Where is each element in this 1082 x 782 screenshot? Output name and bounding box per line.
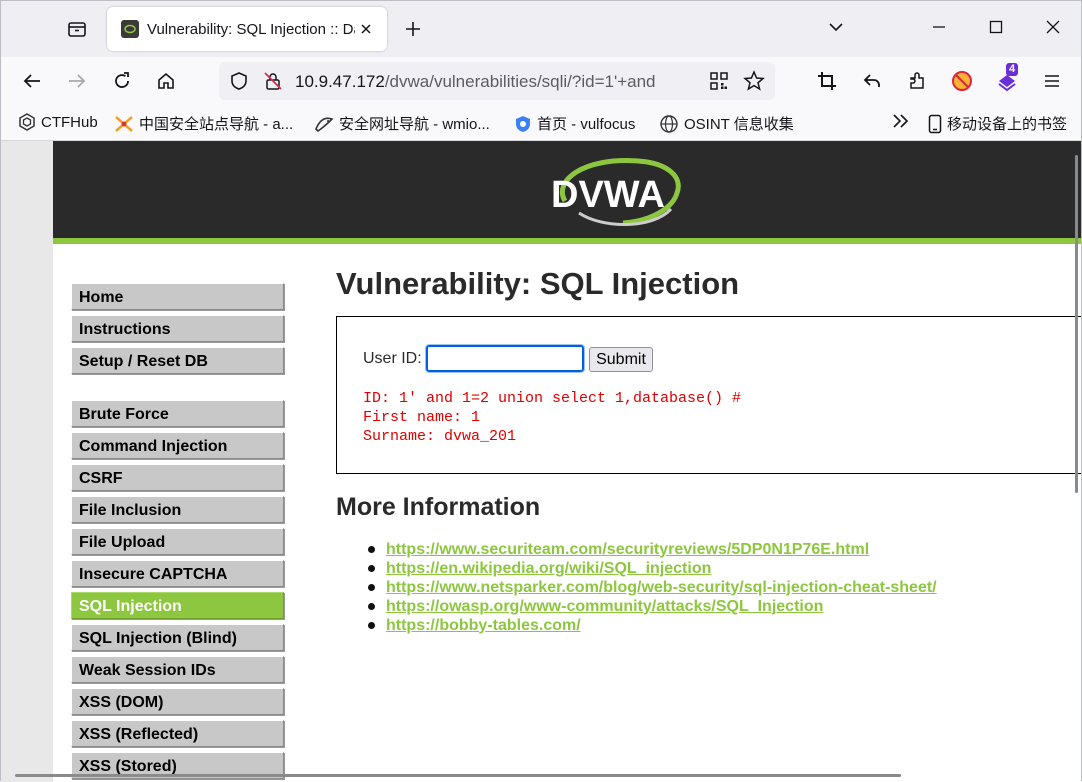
mobile-bookmarks[interactable]: 移动设备上的书签 (928, 113, 1067, 134)
extensions-icon[interactable] (903, 67, 931, 95)
fish-icon (314, 115, 334, 133)
user-id-input[interactable] (425, 344, 585, 373)
bullet-icon (368, 603, 375, 610)
bookmark-wmio-nav[interactable]: 安全网址导航 - wmio... (314, 113, 490, 134)
list-item: https://www.securiteam.com/securityrevie… (368, 540, 937, 559)
dvwa-header: DVWA (53, 141, 1081, 244)
insecure-lock-icon[interactable] (263, 71, 283, 96)
bookmarks-toolbar: CTFHub 中国安全站点导航 - a... 安全网址导航 - wmio... … (1, 105, 1081, 141)
menu-item-sql-injection[interactable]: SQL Injection (71, 592, 284, 619)
browser-window: Vulnerability: SQL Injection :: Damn (0, 0, 1082, 782)
menu-item-csrf[interactable]: CSRF (71, 464, 284, 491)
back-icon[interactable] (18, 67, 46, 95)
vertical-scrollbar[interactable] (1075, 155, 1078, 493)
link-securiteam[interactable]: https://www.securiteam.com/securityrevie… (386, 541, 869, 559)
bullet-icon (368, 546, 375, 553)
sqli-form-box: User ID: Submit ID: 1' and 1=2 union sel… (336, 316, 1081, 474)
result-surname-line: Surname: dvwa_201 (363, 428, 517, 445)
url-text[interactable]: 10.9.47.172/dvwa/vulnerabilities/sqli/?i… (295, 72, 701, 92)
list-all-tabs-icon[interactable] (63, 15, 91, 43)
list-item: https://en.wikipedia.org/wiki/SQL_inject… (368, 559, 937, 578)
nav-bar: 10.9.47.172/dvwa/vulnerabilities/sqli/?i… (1, 57, 1081, 105)
address-bar[interactable]: 10.9.47.172/dvwa/vulnerabilities/sqli/?i… (219, 62, 775, 100)
menu-item-file-upload[interactable]: File Upload (71, 528, 284, 555)
more-information-links: https://www.securiteam.com/securityrevie… (368, 540, 937, 635)
addon-badge-icon[interactable]: 4 (993, 63, 1021, 95)
more-bookmarks-chevron-icon[interactable] (891, 113, 911, 129)
menu-item-home[interactable]: Home (71, 283, 284, 310)
bullet-icon (368, 622, 375, 629)
qr-code-icon[interactable] (709, 71, 729, 96)
bookmark-vulfocus[interactable]: 首页 - vulfocus (514, 113, 635, 134)
dvwa-logo-text: DVWA (551, 174, 665, 216)
url-host: 10.9.47.172 (295, 72, 385, 91)
close-window-icon[interactable] (1041, 15, 1065, 39)
bullet-icon (368, 565, 375, 572)
menu-item-weak-session-ids[interactable]: Weak Session IDs (71, 656, 284, 683)
result-first-name-line: First name: 1 (363, 409, 481, 426)
minimize-icon[interactable] (927, 15, 951, 39)
menu-item-setup-reset-db[interactable]: Setup / Reset DB (71, 347, 284, 374)
submit-button[interactable]: Submit (589, 347, 653, 372)
bullet-icon (368, 584, 375, 591)
tab-title: Vulnerability: SQL Injection :: Damn (147, 20, 355, 38)
globe-icon (659, 114, 679, 134)
dvwa-logo: DVWA (543, 151, 693, 240)
menu-item-command-injection[interactable]: Command Injection (71, 432, 284, 459)
web-content: DVWA Home Instructions Setup / Reset DB … (1, 141, 1081, 782)
home-icon[interactable] (152, 67, 180, 95)
user-id-label: User ID: (363, 350, 422, 367)
bookmark-label: 中国安全站点导航 - a... (139, 116, 294, 133)
menu-item-instructions[interactable]: Instructions (71, 315, 284, 342)
link-bobby-tables[interactable]: https://bobby-tables.com/ (386, 617, 581, 635)
query-result: ID: 1' and 1=2 union select 1,database()… (363, 389, 741, 446)
maximize-icon[interactable] (984, 15, 1008, 39)
bookmark-star-icon[interactable] (743, 70, 765, 97)
mobile-bookmarks-label: 移动设备上的书签 (947, 116, 1068, 133)
link-wikipedia[interactable]: https://en.wikipedia.org/wiki/SQL_inject… (386, 560, 711, 578)
bookmark-label: 安全网址导航 - wmio... (339, 116, 490, 133)
hamburger-menu-icon[interactable] (1038, 67, 1066, 95)
menu-item-brute-force[interactable]: Brute Force (71, 400, 284, 427)
tab-strip: Vulnerability: SQL Injection :: Damn (1, 1, 1081, 57)
menu-item-insecure-captcha[interactable]: Insecure CAPTCHA (71, 560, 284, 587)
bookmark-ctfhub[interactable]: CTFHub (18, 113, 98, 131)
bookmark-label: CTFHub (41, 113, 98, 131)
tab-dvwa-sqli[interactable]: Vulnerability: SQL Injection :: Damn (107, 7, 387, 51)
dvwa-favicon-icon (121, 20, 139, 38)
list-item: https://owasp.org/www-community/attacks/… (368, 597, 937, 616)
dvwa-page: DVWA Home Instructions Setup / Reset DB … (53, 141, 1081, 782)
chevron-down-icon[interactable] (824, 15, 848, 39)
bookmark-label: OSINT 信息收集 (684, 116, 794, 133)
shield-gear-icon (514, 115, 532, 133)
bookmark-cn-security-nav[interactable]: 中国安全站点导航 - a... (114, 113, 293, 134)
more-information-heading: More Information (336, 493, 541, 521)
mobile-device-icon (928, 114, 942, 134)
horizontal-scrollbar[interactable] (15, 774, 901, 777)
reload-icon[interactable] (108, 67, 136, 95)
menu-item-file-inclusion[interactable]: File Inclusion (71, 496, 284, 523)
blocked-addon-icon[interactable] (948, 67, 976, 95)
new-tab-icon[interactable] (401, 17, 425, 41)
sword-icon (114, 115, 134, 133)
shield-icon[interactable] (229, 71, 249, 96)
bookmark-osint[interactable]: OSINT 信息收集 (659, 113, 794, 134)
list-item: https://www.netsparker.com/blog/web-secu… (368, 578, 937, 597)
menu-item-xss-dom[interactable]: XSS (DOM) (71, 688, 284, 715)
undo-arrow-icon[interactable] (858, 67, 886, 95)
list-item: https://bobby-tables.com/ (368, 616, 937, 635)
addon-badge-count: 4 (1006, 63, 1019, 76)
page-title: Vulnerability: SQL Injection (336, 266, 740, 301)
forward-icon[interactable] (63, 67, 91, 95)
menu-item-sql-injection-blind[interactable]: SQL Injection (Blind) (71, 624, 284, 651)
link-owasp[interactable]: https://owasp.org/www-community/attacks/… (386, 598, 823, 616)
link-netsparker[interactable]: https://www.netsparker.com/blog/web-secu… (386, 579, 937, 597)
screenshot-crop-icon[interactable] (813, 67, 841, 95)
menu-item-xss-reflected[interactable]: XSS (Reflected) (71, 720, 284, 747)
bookmark-label: 首页 - vulfocus (537, 116, 636, 133)
url-path: /dvwa/vulnerabilities/sqli/?id=1'+and (384, 72, 656, 91)
ctfhub-icon (18, 113, 36, 131)
close-tab-icon[interactable] (357, 20, 375, 38)
result-id-line: ID: 1' and 1=2 union select 1,database()… (363, 390, 742, 407)
